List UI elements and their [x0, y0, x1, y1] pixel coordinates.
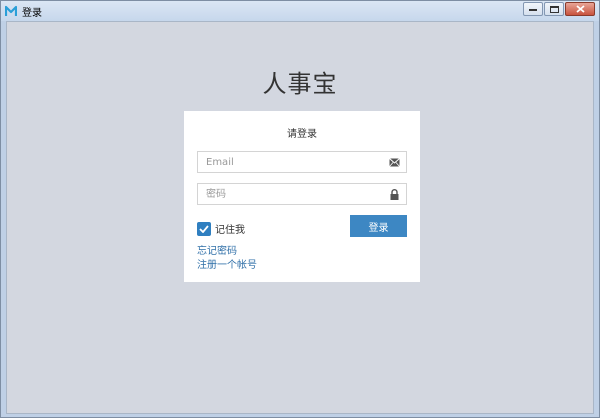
minimize-icon [529, 9, 537, 11]
maximize-icon [549, 5, 559, 13]
password-input[interactable] [198, 184, 378, 204]
close-button[interactable] [565, 2, 595, 16]
lock-icon [388, 189, 400, 200]
register-link[interactable]: 注册一个帐号 [197, 256, 257, 271]
checkmark-icon [199, 224, 209, 233]
login-button[interactable]: 登录 [350, 215, 407, 237]
password-field[interactable] [197, 183, 407, 205]
title-bar[interactable]: 登录 [1, 1, 599, 21]
email-field[interactable] [197, 151, 407, 173]
app-logo-icon [4, 4, 18, 18]
minimize-button[interactable] [523, 2, 543, 16]
maximize-button[interactable] [544, 2, 564, 16]
remember-label: 记住我 [215, 225, 245, 236]
envelope-icon [388, 157, 400, 168]
email-input[interactable] [198, 152, 378, 172]
forgot-password-link[interactable]: 忘记密码 [197, 242, 237, 257]
app-brand-title: 人事宝 [262, 70, 338, 98]
login-heading: 请登录 [287, 129, 317, 140]
window-title: 登录 [22, 7, 42, 19]
remember-checkbox[interactable] [197, 221, 211, 236]
login-card: 请登录 Email 记住我 登录 忘记密码 注册一个帐号 [184, 111, 420, 282]
login-window: 登录 人事宝 请登录 Email 记住我 登录 忘记密码 注册一个帐号 [0, 0, 600, 418]
close-icon [575, 5, 585, 13]
client-area: 人事宝 请登录 Email 记住我 登录 忘记密码 注册一个帐号 [6, 21, 594, 414]
window-controls [523, 2, 595, 16]
remember-me[interactable]: 记住我 [197, 221, 245, 236]
